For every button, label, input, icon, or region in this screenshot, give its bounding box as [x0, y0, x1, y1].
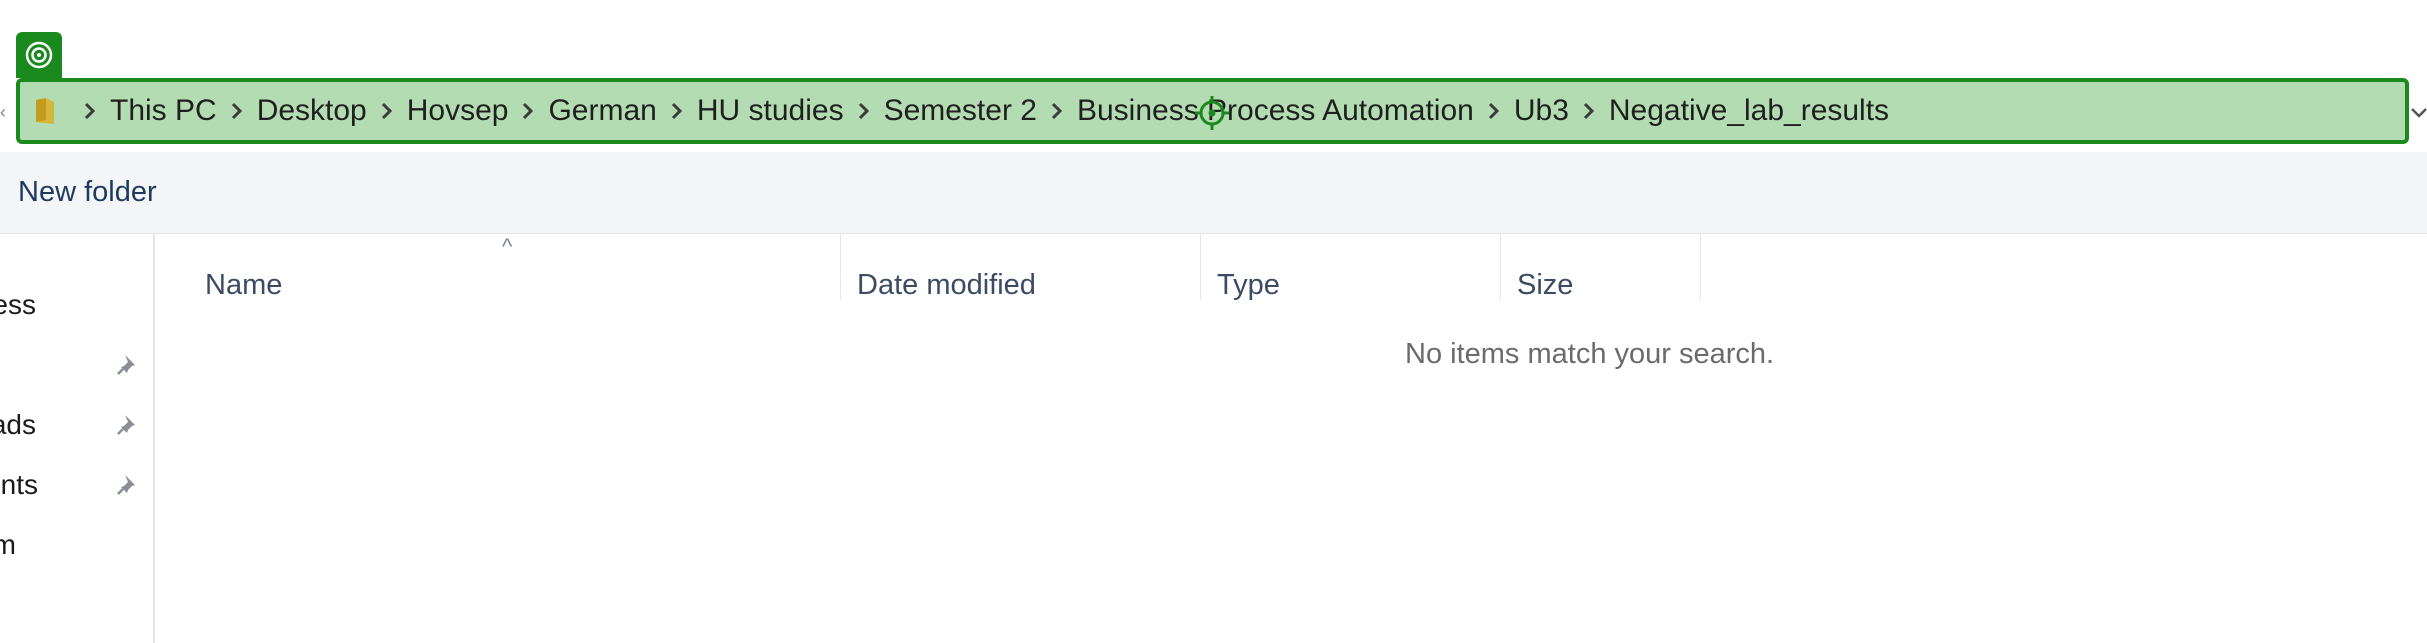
column-header-label: Size — [1517, 269, 1574, 301]
nav-item-label: Quick access — [0, 289, 36, 320]
nav-item-documents[interactable]: Documents — [0, 465, 153, 505]
pin-icon[interactable] — [115, 351, 143, 379]
new-folder-button[interactable]: New folder — [18, 172, 157, 212]
column-header-type[interactable]: Type — [1185, 252, 1485, 318]
breadcrumb-item[interactable]: Negative_lab_results — [1609, 81, 1889, 141]
column-header-label: Name — [205, 269, 283, 301]
breadcrumb-item[interactable]: HU studies — [697, 81, 844, 141]
column-header-size[interactable]: Size — [1485, 252, 1685, 318]
navigation-pane: Quick access Downloads Documents Program… — [0, 234, 155, 643]
crosshair-icon — [1195, 96, 1229, 130]
pin-icon[interactable] — [115, 471, 143, 499]
target-ring-icon — [16, 32, 62, 78]
back-history-arrow-icon[interactable]: ‹ — [0, 100, 10, 124]
nav-item-downloads[interactable]: Downloads — [0, 405, 153, 445]
nav-item-label: Documents — [0, 469, 38, 500]
breadcrumb-item[interactable]: Desktop — [257, 81, 367, 141]
chevron-right-icon[interactable] — [852, 101, 876, 121]
column-header-label: Type — [1217, 269, 1280, 301]
chevron-down-icon[interactable] — [2408, 100, 2427, 124]
chevron-right-icon[interactable] — [375, 101, 399, 121]
breadcrumb-item[interactable]: This PC — [110, 81, 217, 141]
column-header-label: Date modified — [857, 269, 1036, 301]
folder-icon — [34, 96, 56, 126]
chevron-right-icon[interactable] — [665, 101, 689, 121]
breadcrumb-item[interactable]: Ub3 — [1514, 81, 1569, 141]
chevron-right-icon[interactable] — [78, 101, 102, 121]
breadcrumb-item[interactable]: Business Process Automation — [1077, 81, 1474, 141]
nav-item-label: Programm — [0, 529, 16, 560]
command-bar: New folder — [0, 152, 2427, 234]
column-divider[interactable] — [1700, 234, 1701, 300]
nav-item-label: Downloads — [0, 409, 36, 440]
chevron-right-icon[interactable] — [516, 101, 540, 121]
chevron-right-icon[interactable] — [1045, 101, 1069, 121]
breadcrumb-item[interactable]: Hovsep — [407, 81, 509, 141]
nav-item-program[interactable]: Programm — [0, 525, 153, 565]
nav-item-quick-access[interactable]: Quick access — [0, 285, 153, 325]
chevron-right-icon[interactable] — [225, 101, 249, 121]
pin-icon[interactable] — [115, 411, 143, 439]
chevron-right-icon[interactable] — [1577, 101, 1601, 121]
chevron-right-icon[interactable] — [1482, 101, 1506, 121]
column-header-name[interactable]: Name — [157, 252, 840, 318]
file-list: ^ Name Date modified Type Size No items … — [157, 234, 2427, 643]
column-header-date-modified[interactable]: Date modified — [825, 252, 1185, 318]
breadcrumb: This PC Desktop Hovsep German HU studies Seme… — [70, 82, 1889, 140]
breadcrumb-item[interactable]: Semester 2 — [884, 81, 1037, 141]
nav-item-pinned[interactable] — [0, 345, 153, 385]
empty-state-message: No items match your search. — [1405, 338, 1775, 370]
breadcrumb-item[interactable]: German — [548, 81, 656, 141]
